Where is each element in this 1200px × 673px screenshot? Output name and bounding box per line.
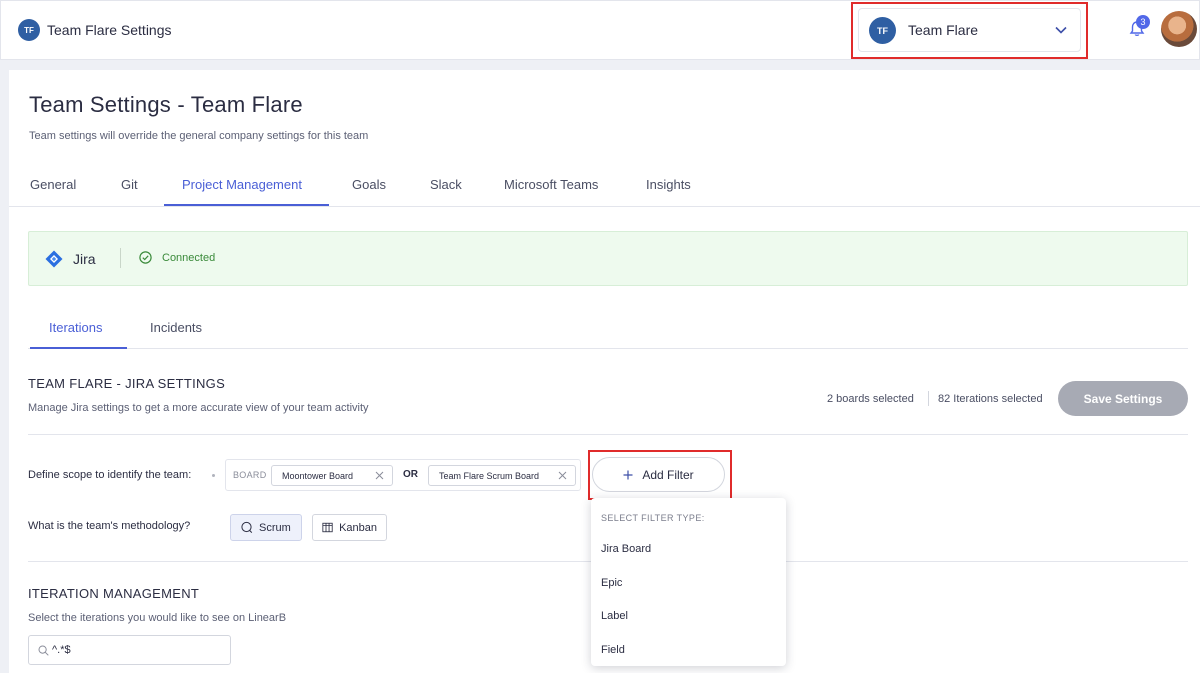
required-indicator: [212, 474, 215, 477]
active-subtab-indicator: [30, 347, 127, 349]
tab-general[interactable]: General: [30, 177, 76, 192]
iteration-management-title: ITERATION MANAGEMENT: [28, 586, 200, 601]
iteration-management-subtitle: Select the iterations you would like to …: [28, 612, 287, 624]
tab-slack[interactable]: Slack: [430, 177, 462, 192]
tab-microsoft-teams[interactable]: Microsoft Teams: [504, 177, 598, 192]
iterations-selected-count: 82 Iterations selected: [938, 393, 1043, 405]
subtab-incidents[interactable]: Incidents: [150, 320, 202, 335]
team-selector-name: Team Flare: [908, 22, 979, 38]
team-selector[interactable]: TF Team Flare: [858, 8, 1081, 52]
integration-name: Jira: [73, 251, 96, 267]
filter-option-epic[interactable]: Epic: [601, 577, 622, 589]
scope-chip-label: Team Flare Scrum Board: [439, 470, 540, 481]
save-settings-button[interactable]: Save Settings: [1058, 381, 1188, 416]
filter-option-field[interactable]: Field: [601, 644, 625, 656]
tab-insights[interactable]: Insights: [646, 177, 691, 192]
jira-logo-icon: [45, 250, 63, 268]
scope-label: Define scope to identify the team:: [28, 469, 192, 481]
section-subtitle: Manage Jira settings to get a more accur…: [28, 402, 369, 414]
scope-operator: OR: [403, 469, 418, 480]
scope-chip[interactable]: Team Flare Scrum Board: [428, 465, 576, 486]
scope-chip-label: Moontower Board: [282, 470, 354, 481]
app-title: Team Flare Settings: [47, 22, 172, 38]
divider: [120, 248, 121, 268]
iteration-search-input[interactable]: [52, 642, 222, 658]
filter-type-dropdown: SELECT FILTER TYPE: Jira Board Epic Labe…: [591, 498, 786, 666]
integration-subtabs: Iterations Incidents: [28, 310, 1188, 349]
methodology-label: What is the team's methodology?: [28, 520, 191, 532]
scope-filter-box: BOARD Moontower Board OR Team Flare Scru…: [225, 459, 581, 491]
iteration-search-field[interactable]: [28, 635, 231, 665]
kanban-board-icon: [322, 522, 333, 533]
methodology-kanban-button[interactable]: Kanban: [312, 514, 387, 541]
dropdown-header: SELECT FILTER TYPE:: [601, 513, 705, 523]
methodology-scrum-label: Scrum: [259, 521, 291, 534]
check-circle-icon: [139, 251, 152, 264]
boards-selected-count: 2 boards selected: [827, 393, 914, 405]
scope-type-label: BOARD: [233, 470, 267, 480]
section-divider: [28, 434, 1188, 435]
filter-option-label[interactable]: Label: [601, 610, 628, 622]
chevron-down-icon: [1055, 26, 1067, 34]
team-selector-badge: TF: [869, 17, 896, 44]
page-subtitle: Team settings will override the general …: [29, 130, 369, 142]
filter-option-jira-board[interactable]: Jira Board: [601, 543, 651, 555]
scrum-cycle-icon: [241, 521, 253, 533]
section-title: TEAM FLARE - JIRA SETTINGS: [28, 376, 226, 391]
search-icon: [38, 645, 49, 656]
close-icon[interactable]: [558, 471, 567, 480]
tab-git[interactable]: Git: [121, 177, 138, 192]
page-title: Team Settings - Team Flare: [29, 92, 303, 117]
settings-tabs: General Git Project Management Goals Sla…: [9, 168, 1200, 207]
scope-chip[interactable]: Moontower Board: [271, 465, 393, 486]
plus-icon: [623, 470, 633, 479]
notification-count-badge: 3: [1136, 15, 1150, 29]
methodology-scrum-button[interactable]: Scrum: [230, 514, 302, 541]
subtab-iterations[interactable]: Iterations: [49, 320, 102, 335]
tab-goals[interactable]: Goals: [352, 177, 386, 192]
close-icon[interactable]: [375, 471, 384, 480]
integration-status-banner: Jira Connected: [28, 231, 1188, 286]
user-avatar[interactable]: [1161, 11, 1197, 47]
methodology-kanban-label: Kanban: [339, 521, 377, 534]
tab-project-management[interactable]: Project Management: [182, 177, 302, 192]
team-badge: TF: [18, 19, 40, 41]
add-filter-label: Add Filter: [642, 467, 694, 482]
active-tab-indicator: [164, 204, 329, 206]
divider: [928, 391, 929, 406]
add-filter-button[interactable]: Add Filter: [592, 457, 725, 492]
connection-status: Connected: [162, 252, 216, 264]
